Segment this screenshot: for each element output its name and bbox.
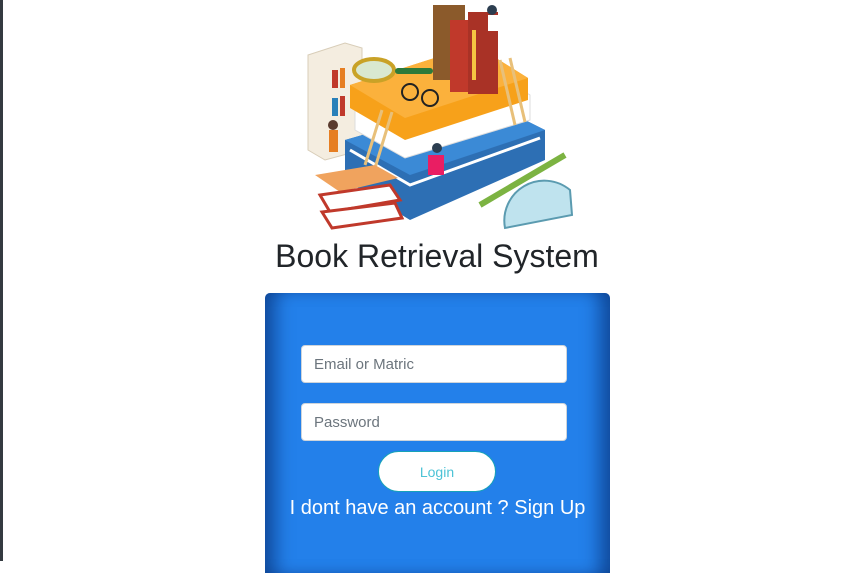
signup-link[interactable]: Sign Up [514, 497, 585, 519]
login-card: Login I dont have an account ? Sign Up [265, 293, 610, 573]
password-field[interactable] [301, 403, 567, 441]
books-illustration [307, 5, 574, 230]
page-title: Book Retrieval System [275, 238, 599, 274]
login-button[interactable]: Login [378, 451, 496, 492]
email-field[interactable] [301, 345, 567, 383]
signup-prompt: I dont have an account ? Sign Up [265, 493, 610, 523]
no-account-text: I dont have an account ? [289, 497, 509, 519]
window-left-edge [0, 0, 3, 561]
